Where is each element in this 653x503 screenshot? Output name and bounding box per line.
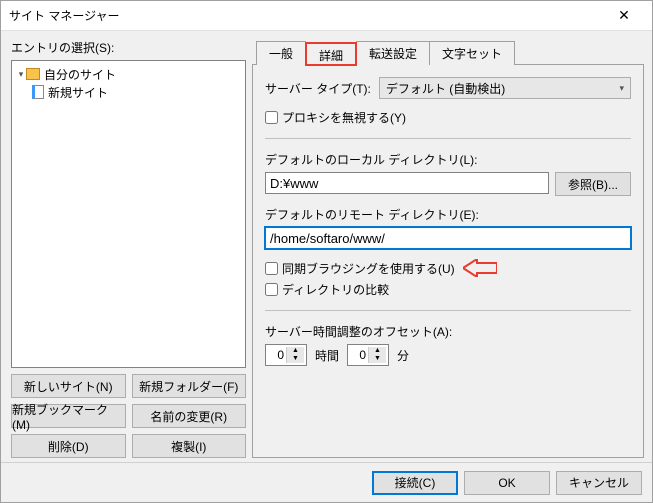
tree-root-label: 自分のサイト — [44, 66, 116, 83]
sync-browsing-label: 同期ブラウジングを使用する(U) — [282, 260, 455, 277]
close-button[interactable]: ✕ — [604, 2, 644, 30]
callout-arrow-icon — [463, 259, 497, 277]
dir-compare-checkbox[interactable]: ディレクトリの比較 — [265, 281, 631, 298]
server-type-value: デフォルト (自動検出) — [386, 80, 505, 97]
hours-stepper[interactable]: 0 ▲▼ — [265, 344, 307, 366]
entry-select-label: エントリの選択(S): — [11, 39, 246, 56]
up-icon[interactable]: ▲ — [368, 347, 386, 355]
remote-dir-label: デフォルトのリモート ディレクトリ(E): — [265, 206, 631, 223]
local-dir-input[interactable] — [265, 172, 549, 194]
server-icon — [32, 85, 44, 99]
connect-button[interactable]: 接続(C) — [372, 471, 458, 495]
bypass-proxy-input[interactable] — [265, 111, 278, 124]
dir-compare-input[interactable] — [265, 283, 278, 296]
separator — [265, 138, 631, 139]
down-icon[interactable]: ▼ — [286, 355, 304, 363]
server-type-select[interactable]: デフォルト (自動検出) — [379, 77, 631, 99]
sync-browsing-input[interactable] — [265, 262, 278, 275]
new-folder-button[interactable]: 新規フォルダー(F) — [132, 374, 247, 398]
minutes-stepper[interactable]: 0 ▲▼ — [347, 344, 389, 366]
window-title: サイト マネージャー — [9, 7, 604, 24]
down-icon[interactable]: ▼ — [368, 355, 386, 363]
folder-icon — [26, 68, 40, 80]
tab-general[interactable]: 一般 — [256, 41, 306, 65]
delete-button[interactable]: 削除(D) — [11, 434, 126, 458]
ok-button[interactable]: OK — [464, 471, 550, 495]
bypass-proxy-checkbox[interactable]: プロキシを無視する(Y) — [265, 109, 631, 126]
site-manager-dialog: サイト マネージャー ✕ エントリの選択(S): ▾ 自分のサイト 新規サイト … — [0, 0, 653, 503]
tab-transfer[interactable]: 転送設定 — [356, 41, 430, 65]
sync-browsing-checkbox[interactable]: 同期ブラウジングを使用する(U) — [265, 260, 455, 277]
caret-icon: ▾ — [16, 69, 26, 80]
browse-button[interactable]: 参照(B)... — [555, 172, 631, 196]
offset-label: サーバー時間調整のオフセット(A): — [265, 323, 631, 340]
tree-item-label: 新規サイト — [48, 84, 108, 101]
cancel-button[interactable]: キャンセル — [556, 471, 642, 495]
advanced-panel: サーバー タイプ(T): デフォルト (自動検出) プロキシを無視する(Y) デ… — [252, 64, 644, 458]
minutes-unit: 分 — [397, 347, 409, 364]
new-site-button[interactable]: 新しいサイト(N) — [11, 374, 126, 398]
remote-dir-input[interactable] — [265, 227, 631, 249]
dir-compare-label: ディレクトリの比較 — [282, 281, 389, 298]
dialog-footer: 接続(C) OK キャンセル — [1, 462, 652, 502]
local-dir-label: デフォルトのローカル ディレクトリ(L): — [265, 151, 631, 168]
new-bookmark-button[interactable]: 新規ブックマーク(M) — [11, 404, 126, 428]
titlebar: サイト マネージャー ✕ — [1, 1, 652, 31]
server-type-label: サーバー タイプ(T): — [265, 80, 371, 97]
bypass-proxy-label: プロキシを無視する(Y) — [282, 109, 406, 126]
rename-button[interactable]: 名前の変更(R) — [132, 404, 247, 428]
minutes-value: 0 — [348, 348, 368, 362]
tab-strip: 一般 詳細 転送設定 文字セット — [256, 41, 644, 65]
tree-root[interactable]: ▾ 自分のサイト — [14, 65, 243, 83]
site-tree[interactable]: ▾ 自分のサイト 新規サイト — [11, 60, 246, 368]
separator — [265, 310, 631, 311]
hours-value: 0 — [266, 348, 286, 362]
tab-charset[interactable]: 文字セット — [429, 41, 515, 65]
tab-advanced[interactable]: 詳細 — [305, 42, 357, 66]
up-icon[interactable]: ▲ — [286, 347, 304, 355]
hours-unit: 時間 — [315, 347, 339, 364]
tree-item[interactable]: 新規サイト — [14, 83, 243, 101]
right-pane: 一般 詳細 転送設定 文字セット サーバー タイプ(T): デフォルト (自動検… — [252, 39, 644, 458]
left-pane: エントリの選択(S): ▾ 自分のサイト 新規サイト 新しいサイト(N) 新規フ… — [11, 39, 246, 458]
duplicate-button[interactable]: 複製(I) — [132, 434, 247, 458]
